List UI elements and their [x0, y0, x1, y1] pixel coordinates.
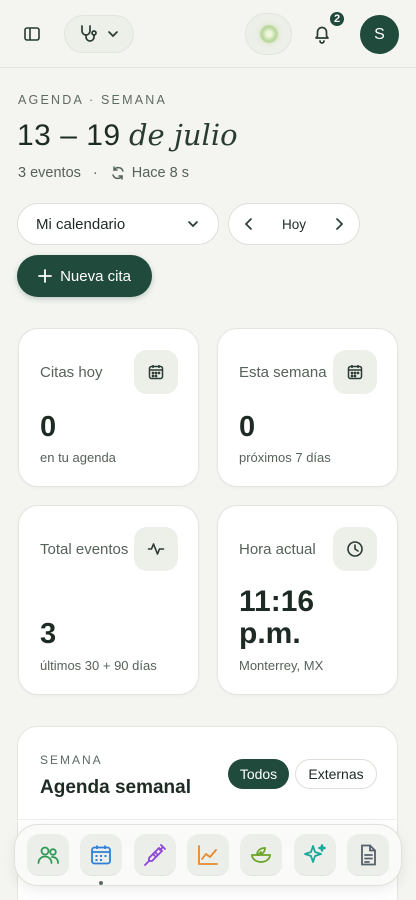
agenda-meta: 3 eventos · Hace 8 s — [18, 165, 189, 181]
chart-icon — [198, 845, 218, 865]
stat-sub: últimos 30 + 90 días — [40, 658, 157, 673]
date-navigator: Hoy — [228, 203, 360, 245]
sidebar-toggle-button[interactable] — [16, 18, 48, 50]
calendar-select-value: Mi calendario — [36, 215, 126, 233]
sparkle-icon — [303, 844, 326, 863]
event-count: 3 eventos — [18, 165, 81, 181]
week-title: Agenda semanal — [40, 777, 191, 798]
stat-icon-badge — [333, 527, 377, 571]
stat-card-time[interactable]: Hora actual 11:16 p.m. Monterrey, MX — [217, 505, 398, 695]
dock-vaccines[interactable] — [133, 834, 176, 876]
assistant-orb-button[interactable] — [245, 13, 292, 55]
stat-value: 3 — [40, 618, 57, 650]
filter-external-button[interactable]: Externas — [295, 759, 377, 789]
stat-label: Total eventos — [40, 541, 129, 558]
stat-value: 0 — [40, 411, 57, 443]
current-time: 11:16 p.m. — [239, 586, 314, 650]
chevron-right-icon[interactable] — [331, 216, 347, 232]
week-grid-divider — [18, 819, 397, 820]
stat-sub: próximos 7 días — [239, 450, 331, 465]
orb-icon — [259, 25, 278, 43]
new-appointment-label: Nueva cita — [60, 267, 131, 285]
new-appointment-button[interactable]: Nueva cita — [17, 255, 152, 297]
sidebar-icon — [24, 27, 40, 41]
stethoscope-icon — [81, 25, 97, 42]
page-title: 13 – 19 de julio — [17, 118, 238, 153]
today-button[interactable]: Hoy — [282, 217, 306, 232]
stat-icon-badge — [134, 350, 178, 394]
active-indicator — [99, 881, 104, 885]
dock-documents[interactable] — [347, 834, 390, 876]
user-avatar[interactable]: S — [360, 15, 399, 54]
plus-icon — [38, 269, 52, 283]
stat-sub: en tu agenda — [40, 450, 116, 465]
notifications-badge: 2 — [328, 10, 346, 28]
dock-patients[interactable] — [26, 834, 69, 876]
bell-icon — [315, 26, 329, 44]
chevron-down-icon — [188, 221, 198, 228]
stat-label: Hora actual — [239, 541, 316, 558]
clock-icon — [347, 541, 363, 557]
calendar-icon — [91, 845, 112, 865]
calendar-icon — [347, 365, 363, 380]
dock-analytics[interactable] — [186, 834, 229, 876]
chevron-left-icon[interactable] — [241, 216, 257, 232]
current-time-period: p.m. — [239, 617, 301, 650]
chevron-down-icon — [108, 31, 118, 38]
stat-card-total[interactable]: Total eventos 3 últimos 30 + 90 días — [18, 505, 199, 695]
filter-all-button[interactable]: Todos — [228, 759, 289, 789]
stat-card-week[interactable]: Esta semana 0 próximos 7 días — [217, 328, 398, 487]
calendar-select[interactable]: Mi calendario — [17, 203, 219, 245]
top-bar — [0, 0, 416, 68]
patients-icon — [37, 846, 59, 864]
stat-icon-badge — [134, 527, 178, 571]
meta-separator: · — [92, 165, 98, 181]
section-eyebrow: AGENDA · SEMANA — [18, 93, 167, 107]
dock-assistant[interactable] — [293, 834, 336, 876]
refresh-icon[interactable] — [110, 165, 126, 181]
date-range: 13 – 19 — [17, 119, 121, 152]
bottom-dock — [14, 824, 402, 886]
stat-icon-badge — [333, 350, 377, 394]
calendar-icon — [148, 365, 164, 380]
nutrition-icon — [251, 847, 272, 863]
current-time-hm: 11:16 — [239, 585, 315, 618]
stat-value: 0 — [239, 411, 256, 443]
stat-sub: Monterrey, MX — [239, 658, 324, 673]
activity-icon — [147, 543, 165, 555]
syringe-icon — [143, 844, 166, 866]
stat-label: Esta semana — [239, 364, 327, 381]
stat-label: Citas hoy — [40, 364, 103, 381]
sync-status: Hace 8 s — [131, 165, 189, 181]
specialty-selector[interactable] — [64, 15, 134, 53]
dock-nutrition[interactable] — [240, 834, 283, 876]
month-label: de julio — [128, 118, 238, 152]
stat-card-today[interactable]: Citas hoy 0 en tu agenda — [18, 328, 199, 487]
dock-calendar[interactable] — [80, 834, 123, 885]
document-icon — [361, 844, 377, 866]
week-eyebrow: SEMANA — [40, 753, 103, 767]
